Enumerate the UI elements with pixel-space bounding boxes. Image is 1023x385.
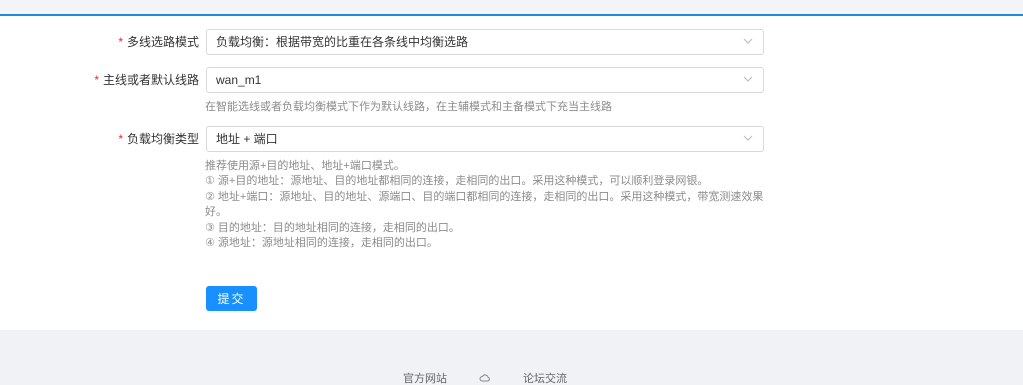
label-text: 多线选路模式 <box>126 35 199 49</box>
required-mark: * <box>118 35 123 49</box>
select-value: 负载均衡：根据带宽的比重在各条线中均衡选路 <box>216 35 469 49</box>
form-panel: * 多线选路模式 负载均衡：根据带宽的比重在各条线中均衡选路 * 主线或者默认线路 … <box>0 16 1023 330</box>
label-text: 负载均衡类型 <box>126 132 199 146</box>
chevron-down-icon <box>743 76 753 82</box>
field-label: * 负载均衡类型 <box>118 126 199 152</box>
required-mark: * <box>94 73 99 87</box>
help-line: ① 源+目的地址：源地址、目的地址都相同的连接，走相同的出口。采用这种模式，可以… <box>205 175 709 188</box>
official-site-link[interactable]: 官方网站 <box>403 373 447 385</box>
required-mark: * <box>118 132 123 146</box>
submit-button[interactable]: 提交 <box>206 286 257 311</box>
field-label: * 主线或者默认线路 <box>94 67 199 93</box>
help-line: ② 地址+端口：源地址、目的地址、源端口、目的端口都相同的连接，走相同的出口。采… <box>205 190 764 219</box>
select-value: 地址 + 端口 <box>216 132 278 146</box>
help-line: ③ 目的地址：目的地址相同的连接，走相同的出口。 <box>205 221 460 234</box>
lb-type-help: 推荐使用源+目的地址、地址+端口模式。 ① 源+目的地址：源地址、目的地址都相同… <box>205 159 771 251</box>
footer: 官方网站 论坛交流 <box>0 330 1023 385</box>
forum-link[interactable]: 论坛交流 <box>523 373 567 385</box>
default-line-select[interactable]: wan_m1 <box>206 67 764 93</box>
default-line-help: 在智能选线或者负载均衡模式下作为默认线路，在主辅模式和主备模式下充当主线路 <box>205 101 612 113</box>
multiline-mode-select[interactable]: 负载均衡：根据带宽的比重在各条线中均衡选路 <box>206 29 764 55</box>
help-line: ④ 源地址：源地址相同的连接，走相同的出口。 <box>205 237 438 250</box>
cloud-icon <box>479 374 490 382</box>
chevron-down-icon <box>743 38 753 44</box>
label-text: 主线或者默认线路 <box>102 73 199 87</box>
top-header-bar <box>0 0 1023 16</box>
chevron-down-icon <box>743 135 753 141</box>
help-line: 推荐使用源+目的地址、地址+端口模式。 <box>205 160 405 172</box>
select-value: wan_m1 <box>216 73 262 87</box>
lb-type-select[interactable]: 地址 + 端口 <box>206 126 764 152</box>
field-label: * 多线选路模式 <box>118 29 199 55</box>
